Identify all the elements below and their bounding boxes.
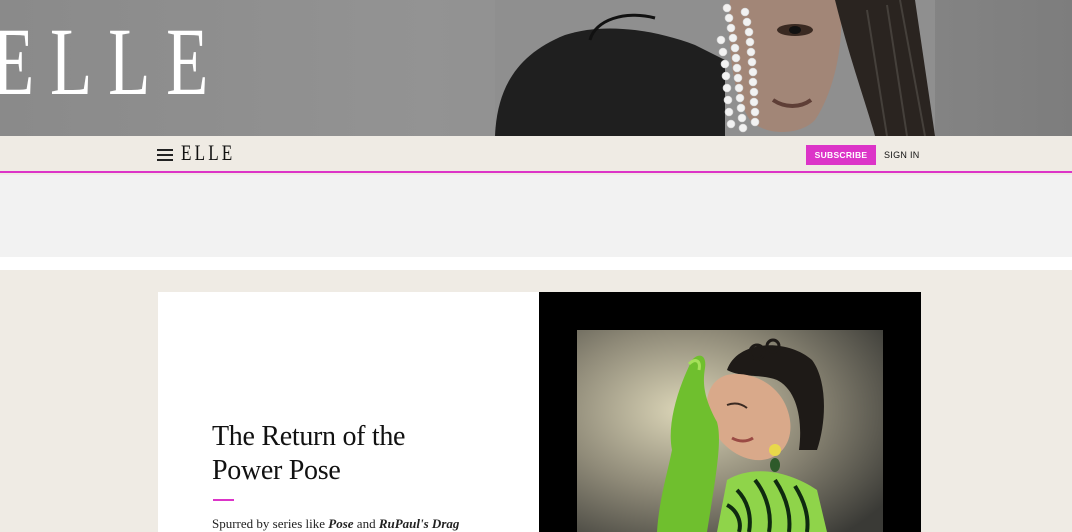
dek-and: and [353, 516, 379, 531]
nav-logo[interactable]: ELLE [181, 142, 235, 164]
top-nav: ELLE SUBSCRIBE SIGN IN [0, 136, 1072, 173]
sign-in-link[interactable]: SIGN IN [884, 145, 920, 165]
ad-slot [0, 175, 1072, 257]
headline-line-1: The Return of the [212, 421, 406, 452]
article-card[interactable]: The Return of the Power Pose Spurred by … [158, 292, 539, 532]
dek-drag: RuPaul's Drag [378, 516, 460, 531]
dek-pose: Pose [328, 516, 354, 531]
divider [0, 257, 1072, 270]
article-headline[interactable]: The Return of the Power Pose [212, 420, 502, 488]
article-photo [577, 330, 883, 532]
subscribe-button[interactable]: SUBSCRIBE [806, 145, 876, 165]
headline-line-2: Power Pose [212, 455, 341, 486]
hero-banner: ELLE [0, 0, 1072, 136]
article-dek: Spurred by series like Pose and RuPaul's… [212, 515, 502, 532]
hero-photo [495, 0, 935, 136]
hamburger-menu-icon[interactable] [157, 148, 173, 161]
dek-prefix: Spurred by series like [212, 516, 329, 531]
accent-rule [213, 499, 234, 501]
article-image[interactable] [539, 292, 921, 532]
hero-logo: ELLE [0, 8, 225, 115]
